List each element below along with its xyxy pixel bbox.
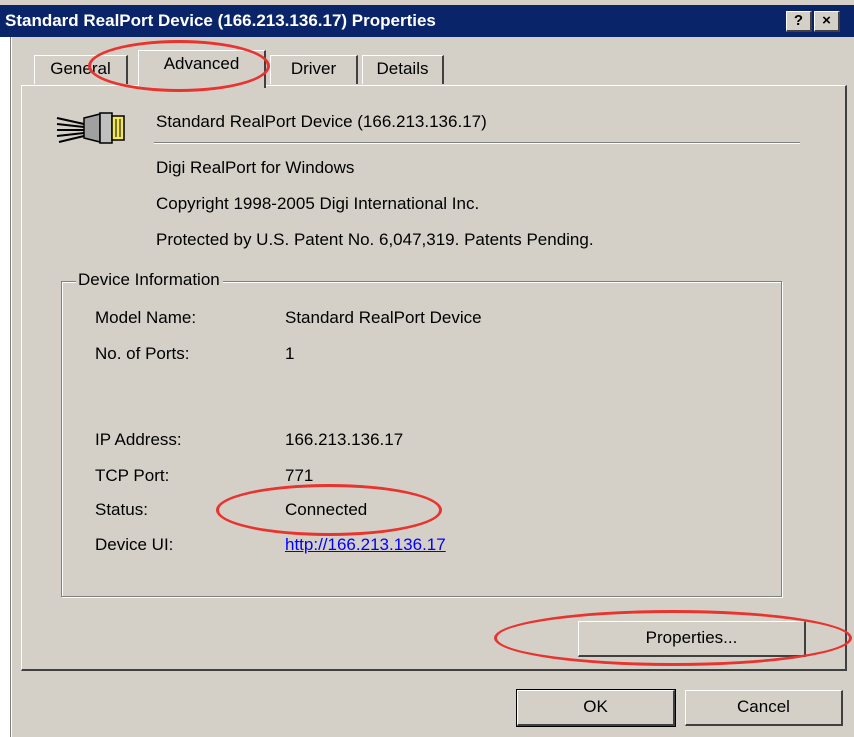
serial-port-icon: [56, 112, 125, 144]
tab-advanced-label: Advanced: [163, 54, 240, 73]
ip-address-label: IP Address:: [95, 430, 182, 449]
copyright-text: Copyright 1998-2005 Digi International I…: [156, 194, 480, 213]
tab-advanced[interactable]: Advanced: [138, 50, 266, 88]
properties-dialog: Standard RealPort Device (166.213.136.17…: [0, 0, 854, 737]
tcp-port-value: 771: [285, 466, 314, 485]
close-icon: ×: [822, 12, 831, 29]
ports-value: 1: [285, 344, 295, 363]
device-ui-link[interactable]: http://166.213.136.17: [285, 535, 446, 555]
tab-driver-label: Driver: [290, 59, 337, 78]
status-label: Status:: [95, 500, 148, 519]
close-button[interactable]: ×: [814, 11, 840, 32]
tab-driver[interactable]: Driver: [270, 55, 358, 84]
tab-details-label: Details: [376, 59, 429, 78]
tab-details[interactable]: Details: [362, 55, 444, 84]
help-button[interactable]: ?: [786, 11, 812, 32]
status-value: Connected: [285, 500, 368, 519]
tcp-port-label: TCP Port:: [95, 466, 170, 485]
model-name-value: Standard RealPort Device: [285, 308, 482, 327]
ports-label: No. of Ports:: [95, 344, 190, 363]
cancel-button[interactable]: Cancel: [685, 690, 843, 726]
properties-button[interactable]: Properties...: [578, 621, 806, 657]
ip-address-value: 166.213.136.17: [285, 430, 404, 449]
patent-text: Protected by U.S. Patent No. 6,047,319. …: [156, 230, 594, 249]
device-ui-label: Device UI:: [95, 535, 174, 554]
tab-general-label: General: [50, 59, 111, 78]
title-bar[interactable]: Standard RealPort Device (166.213.136.17…: [0, 5, 854, 37]
ok-button[interactable]: OK: [516, 689, 676, 727]
device-information-title: Device Information: [76, 270, 223, 290]
window-border: [10, 37, 11, 737]
device-name-heading: Standard RealPort Device (166.213.136.17…: [156, 112, 487, 131]
product-name: Digi RealPort for Windows: [156, 158, 355, 177]
tab-general[interactable]: General: [34, 55, 128, 84]
window-title: Standard RealPort Device (166.213.136.17…: [5, 11, 436, 30]
separator-line: [154, 142, 800, 144]
model-name-label: Model Name:: [95, 308, 197, 327]
